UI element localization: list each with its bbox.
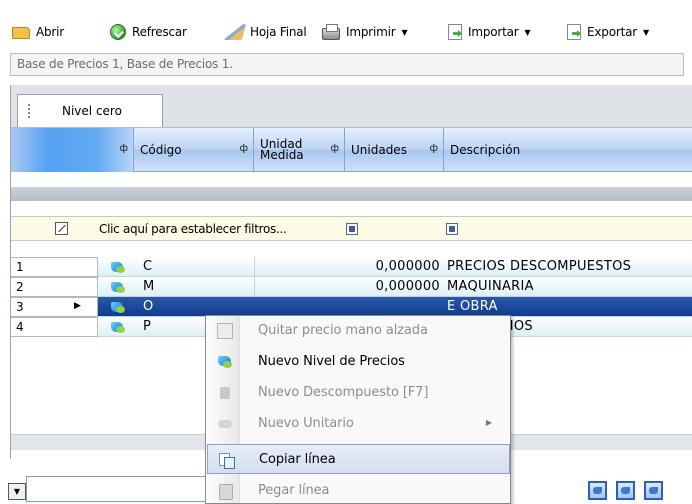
filter-checkbox-unidades[interactable] bbox=[346, 223, 358, 235]
column-divider bbox=[254, 257, 255, 277]
pin-icon[interactable]: ф bbox=[429, 143, 438, 154]
row-index[interactable]: 1 bbox=[11, 257, 98, 277]
row-code: O bbox=[143, 299, 154, 314]
abrir-label: Abrir bbox=[36, 25, 65, 39]
combo-dropdown-button[interactable]: ▼ bbox=[8, 483, 26, 500]
menu-item-label: Nuevo Nivel de Precios bbox=[258, 354, 405, 369]
tab-nivel-cero[interactable]: Nivel cero bbox=[17, 94, 163, 127]
current-row-marker-icon: ▶ bbox=[74, 301, 82, 311]
menu-item-nuevo-unitario[interactable]: Nuevo Unitario ▶ bbox=[207, 409, 510, 439]
row-body[interactable] bbox=[98, 297, 692, 317]
filter-checkbox-descripcion[interactable] bbox=[446, 223, 458, 235]
import-icon bbox=[448, 24, 462, 40]
bottom-text-field[interactable] bbox=[26, 476, 231, 502]
refrescar-label: Refrescar bbox=[132, 25, 187, 39]
row-index[interactable]: 4 bbox=[11, 317, 98, 337]
nav-prev-icon[interactable] bbox=[616, 481, 635, 500]
table-row[interactable]: 2 M 0,000000 MAQUINARIA bbox=[11, 277, 692, 297]
folder-icon bbox=[12, 27, 30, 39]
menu-item-copiar-linea[interactable]: Copiar línea bbox=[207, 444, 510, 474]
menu-item-label: Nuevo Descompuesto [F7] bbox=[258, 385, 429, 400]
column-header-row: ф Código ф Unidad Medida ф Unidades ф De… bbox=[11, 128, 692, 172]
hoja-final-button[interactable]: Hoja Final bbox=[223, 22, 307, 42]
importar-label: Importar bbox=[468, 25, 519, 39]
price-level-icon bbox=[217, 354, 233, 370]
submenu-arrow-icon: ▶ bbox=[485, 418, 492, 427]
descompuesto-icon bbox=[217, 385, 233, 401]
row-code: C bbox=[143, 259, 153, 274]
imprimir-button[interactable]: Imprimir ▼ bbox=[322, 22, 408, 42]
breadcrumb: Base de Precios 1, Base de Precios 1. bbox=[10, 53, 684, 76]
menu-item-pegar-linea[interactable]: Pegar línea bbox=[207, 476, 510, 504]
toolbar: Abrir Refrescar Hoja Final Imprimir ▼ Im… bbox=[0, 0, 692, 52]
menu-item-label: Nuevo Unitario bbox=[258, 416, 354, 431]
unidad-label-line2: Medida bbox=[260, 148, 304, 162]
column-header-descripcion-label: Descripción bbox=[450, 143, 521, 157]
column-divider bbox=[254, 277, 255, 297]
column-header-unidad-medida[interactable]: Unidad Medida ф bbox=[254, 128, 345, 172]
column-header-unidad-medida-label: Unidad Medida bbox=[260, 138, 304, 162]
imprimir-dropdown-icon[interactable]: ▼ bbox=[401, 28, 407, 37]
copy-icon bbox=[218, 452, 235, 469]
row-units: 0,000000 bbox=[375, 279, 440, 294]
menu-item-label: Quitar precio mano alzada bbox=[258, 323, 428, 338]
column-header-codigo-label: Código bbox=[140, 143, 182, 157]
sheet-icon bbox=[217, 323, 233, 339]
pin-icon[interactable]: ф bbox=[330, 143, 339, 154]
context-menu: Quitar precio mano alzada Nuevo Nivel de… bbox=[205, 315, 511, 504]
pin-icon[interactable]: ф bbox=[119, 143, 128, 154]
importar-dropdown-icon[interactable]: ▼ bbox=[525, 28, 531, 37]
exportar-label: Exportar bbox=[587, 25, 637, 39]
menu-item-quitar-precio[interactable]: Quitar precio mano alzada bbox=[207, 316, 510, 346]
row-description: MAQUINARIA bbox=[447, 279, 534, 294]
row-units: 0,000000 bbox=[375, 259, 440, 274]
menu-item-nuevo-nivel[interactable]: Nuevo Nivel de Precios bbox=[207, 347, 510, 377]
pin-icon[interactable]: ф bbox=[239, 143, 248, 154]
grip-handle-icon[interactable] bbox=[28, 104, 30, 118]
refrescar-button[interactable]: Refrescar bbox=[110, 22, 187, 42]
menu-item-nuevo-descompuesto[interactable]: Nuevo Descompuesto [F7] bbox=[207, 378, 510, 408]
column-header-descripcion[interactable]: Descripción bbox=[444, 128, 692, 172]
unitario-icon bbox=[217, 416, 233, 432]
exportar-button[interactable]: Exportar ▼ bbox=[567, 22, 649, 42]
row-description: PRECIOS DESCOMPUESTOS bbox=[447, 259, 632, 274]
abrir-button[interactable]: Abrir bbox=[12, 22, 64, 42]
filter-prompt[interactable]: Clic aquí para establecer filtros... bbox=[99, 222, 287, 236]
hoja-final-label: Hoja Final bbox=[250, 25, 307, 39]
exportar-dropdown-icon[interactable]: ▼ bbox=[643, 28, 649, 37]
table-row-selected[interactable]: 3 ▶ O E OBRA bbox=[11, 297, 692, 317]
tab-nivel-cero-label: Nivel cero bbox=[62, 104, 122, 118]
column-header-codigo[interactable]: Código ф bbox=[134, 128, 254, 172]
row-index[interactable]: 3 bbox=[11, 297, 98, 317]
column-header-unidades[interactable]: Unidades ф bbox=[345, 128, 444, 172]
nav-next-icon[interactable] bbox=[644, 481, 663, 500]
nav-first-icon[interactable] bbox=[588, 481, 607, 500]
menu-item-label: Copiar línea bbox=[259, 452, 336, 467]
importar-button[interactable]: Importar ▼ bbox=[448, 22, 531, 42]
column-header-icon[interactable]: ф bbox=[11, 128, 134, 172]
table-row[interactable]: 1 C 0,000000 PRECIOS DESCOMPUESTOS bbox=[11, 257, 692, 277]
filter-row[interactable]: Clic aquí para establecer filtros... bbox=[11, 216, 692, 241]
imprimir-label: Imprimir bbox=[346, 25, 396, 39]
row-index[interactable]: 2 bbox=[11, 277, 98, 297]
row-code: M bbox=[143, 279, 155, 294]
column-header-unidades-label: Unidades bbox=[351, 143, 407, 157]
printer-icon bbox=[322, 23, 340, 40]
hoja-final-icon bbox=[223, 24, 247, 40]
price-level-icon bbox=[111, 260, 126, 274]
filter-icon[interactable] bbox=[55, 222, 68, 235]
export-icon bbox=[567, 24, 581, 40]
level-bar: Nivel cero bbox=[11, 85, 692, 128]
group-by-row[interactable] bbox=[11, 187, 692, 201]
price-level-icon bbox=[111, 320, 126, 334]
refresh-icon bbox=[110, 24, 126, 40]
paste-icon bbox=[217, 483, 233, 500]
price-level-icon bbox=[111, 280, 126, 294]
menu-item-label: Pegar línea bbox=[258, 483, 330, 498]
price-level-icon bbox=[111, 300, 126, 314]
row-code: P bbox=[143, 319, 152, 334]
row-description: E OBRA bbox=[447, 299, 498, 314]
